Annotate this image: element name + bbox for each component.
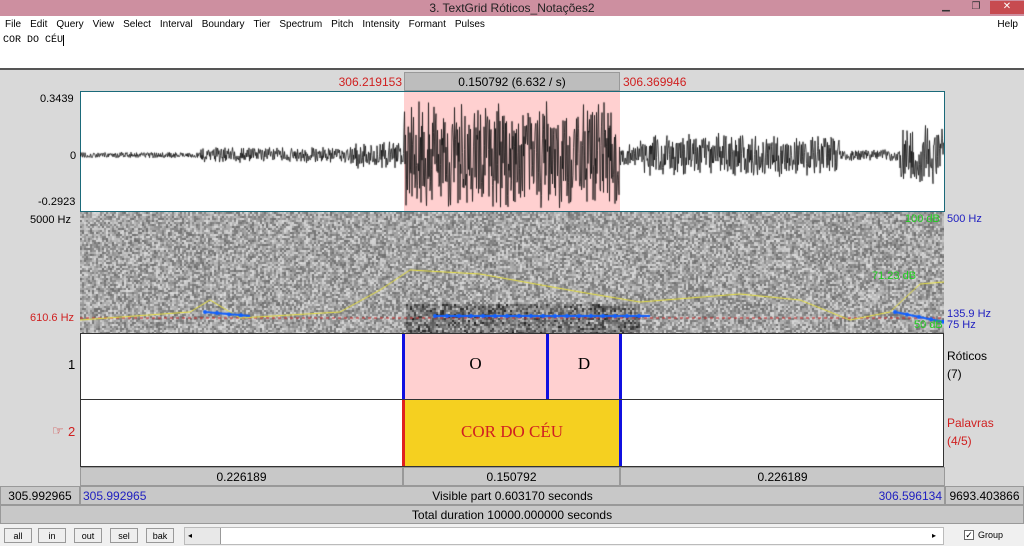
boundary[interactable] <box>619 334 622 399</box>
right-outer-time[interactable]: 9693.403866 <box>945 486 1024 505</box>
menu-query[interactable]: Query <box>51 16 87 30</box>
intensity-value: 71.23 dB <box>872 270 917 282</box>
interval-label[interactable]: O <box>405 354 546 374</box>
spectrogram[interactable] <box>80 212 944 333</box>
menu-formant[interactable]: Formant <box>404 16 450 30</box>
menu-spectrum[interactable]: Spectrum <box>274 16 326 30</box>
menu-pulses[interactable]: Pulses <box>450 16 489 30</box>
selection-end: 306.369946 <box>623 75 687 89</box>
menu-help[interactable]: Help <box>997 19 1018 30</box>
interval-text-field[interactable]: COR DO CÉU <box>0 32 1024 70</box>
wave-min: -0.2923 <box>38 196 76 208</box>
scroll-right-arrow[interactable]: ▸ <box>932 528 944 544</box>
interval-label[interactable]: COR DO CÉU <box>405 422 619 442</box>
boundary[interactable] <box>619 400 622 466</box>
menu-bar: File Edit Query View Select Interval Boundary T… <box>0 16 1024 32</box>
duration-right[interactable]: 0.226189 <box>620 467 945 486</box>
duration-left[interactable]: 0.226189 <box>80 467 403 486</box>
duration-selection[interactable]: 0.150792 <box>403 467 620 486</box>
waveform <box>80 91 944 211</box>
group-checkbox[interactable]: ✓ <box>964 530 974 540</box>
close-button[interactable]: ✕ <box>990 1 1024 14</box>
menu-tier[interactable]: Tier <box>249 16 275 30</box>
menu-boundary[interactable]: Boundary <box>197 16 249 30</box>
wave-max: 0.3439 <box>40 93 74 105</box>
tier-1-count: (7) <box>947 367 962 381</box>
total-duration[interactable]: Total duration 10000.000000 seconds <box>0 505 1024 524</box>
spec-top-label: 5000 Hz <box>30 214 71 226</box>
wave-zero: 0 <box>70 150 77 162</box>
selection-start: 306.219153 <box>338 75 402 89</box>
horizontal-scrollbar[interactable] <box>184 527 944 545</box>
menu-file[interactable]: File <box>0 16 25 30</box>
visible-part[interactable]: Visible part 0.603170 seconds <box>80 486 945 505</box>
zoom-back-button[interactable]: bak <box>146 528 174 543</box>
menu-edit[interactable]: Edit <box>25 16 51 30</box>
zoom-sel-button[interactable]: sel <box>110 528 138 543</box>
intensity-bottom: 50 dB <box>914 319 943 331</box>
maximize-button[interactable]: ❐ <box>966 1 986 14</box>
zoom-all-button[interactable]: all <box>4 528 32 543</box>
intensity-top: 100 dB <box>905 213 940 225</box>
title-bar: 3. TextGrid Róticos_Notações2 ▁ ❐ ✕ <box>0 0 1024 16</box>
pitch-bottom: 75 Hz <box>947 319 976 331</box>
pointer-icon: ☞ <box>52 423 64 438</box>
scroll-left-arrow[interactable]: ◂ <box>185 528 221 544</box>
menu-interval[interactable]: Interval <box>155 16 197 30</box>
zoom-in-button[interactable]: in <box>38 528 66 543</box>
visible-label: Visible part 0.603170 seconds <box>432 489 593 503</box>
menu-view[interactable]: View <box>88 16 119 30</box>
left-outer-time[interactable]: 305.992965 <box>0 486 80 505</box>
tier-1-number: 1 <box>68 357 76 372</box>
menu-select[interactable]: Select <box>118 16 155 30</box>
tier-1-name: Róticos <box>947 349 988 363</box>
interval-label[interactable]: D <box>549 354 619 374</box>
text-value: COR DO CÉU <box>3 35 64 46</box>
menu-intensity[interactable]: Intensity <box>357 16 403 30</box>
tier-2-count: (4/5) <box>947 434 972 448</box>
zoom-out-button[interactable]: out <box>74 528 102 543</box>
group-label: Group <box>978 530 1004 540</box>
visible-start: 305.992965 <box>83 489 147 503</box>
selection-duration[interactable]: 0.150792 (6.632 / s) <box>404 72 620 91</box>
window-title: 3. TextGrid Róticos_Notações2 <box>429 1 595 15</box>
menu-pitch[interactable]: Pitch <box>326 16 357 30</box>
visible-end: 306.596134 <box>878 489 942 503</box>
cursor-frequency: 610.6 Hz <box>30 312 75 324</box>
tier-2-name: Palavras <box>947 416 994 430</box>
tier-2-number: 2 <box>68 424 76 439</box>
minimize-button[interactable]: ▁ <box>936 1 956 14</box>
pitch-top: 500 Hz <box>947 213 982 225</box>
